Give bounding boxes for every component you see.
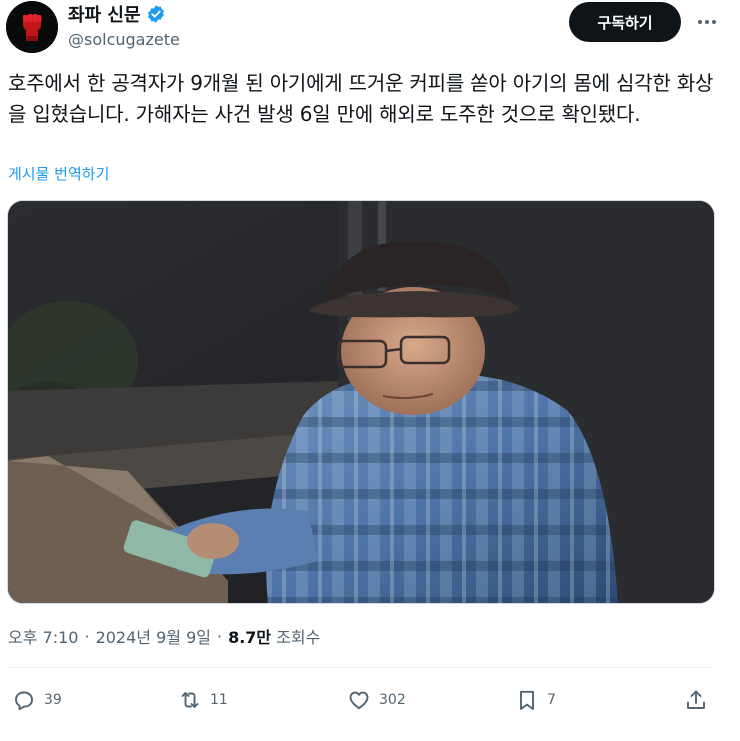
raised-fist-icon [6,1,58,53]
subscribe-button[interactable]: 구독하기 [569,2,681,42]
share-icon [687,690,705,709]
meta-separator: · [84,626,90,646]
repost-icon [181,692,199,708]
author-handle[interactable]: @solcugazete [68,30,180,49]
reply-count: 39 [44,692,62,708]
bookmark-icon [520,690,534,710]
more-options-icon[interactable] [692,9,722,35]
tweet-header: 좌파 신문 @solcugazete 구독하기 [6,0,734,56]
bookmark-count: 7 [547,692,556,708]
repost-button[interactable]: 11 [178,680,228,720]
meta-separator-2: · [216,626,223,646]
tweet-media-image[interactable] [7,200,715,604]
action-bar: 39 11 302 7 [0,680,740,720]
surveillance-photo [8,201,714,603]
divider [8,667,714,668]
tweet-time[interactable]: 오후 7:10 [8,624,78,648]
like-button[interactable]: 302 [347,680,406,720]
views-label: 조회수 [276,628,321,647]
reply-icon [15,691,33,711]
display-name[interactable]: 좌파 신문 [68,1,141,27]
views-count[interactable]: 8.7만 [228,624,271,648]
heart-icon [349,691,369,710]
tweet-meta: 오후 7:10 · 2024년 9월 9일 · 8.7만 조회수 [8,624,320,648]
tweet-text: 호주에서 한 공격자가 9개월 된 아기에게 뜨거운 커피를 쏟아 아기의 몸에… [8,71,714,126]
translate-post-link[interactable]: 게시물 번역하기 [8,163,109,184]
verified-badge-icon[interactable] [146,4,166,24]
reply-button[interactable]: 39 [12,680,62,720]
author-names: 좌파 신문 @solcugazete [68,2,180,49]
tweet-date[interactable]: 2024년 9월 9일 [96,624,211,648]
bookmark-button[interactable]: 7 [515,680,556,720]
author-avatar[interactable] [6,1,58,53]
share-button[interactable] [684,680,708,720]
repost-count: 11 [210,692,228,708]
like-count: 302 [379,692,406,708]
